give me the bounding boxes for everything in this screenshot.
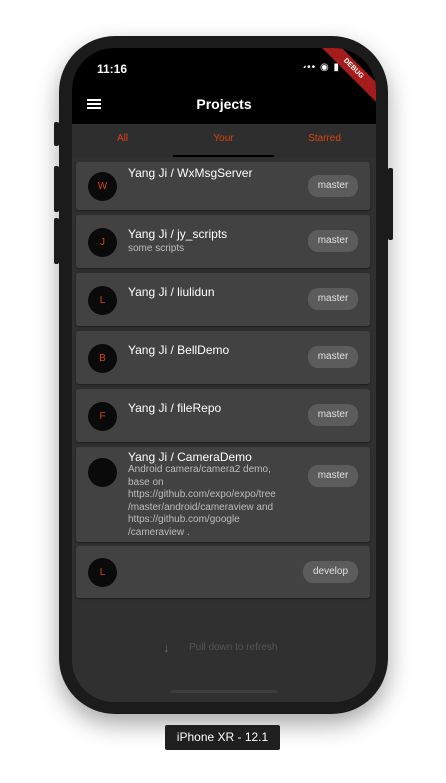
app-screen: 11:16 ••• ◉ ▮ DEBUG Projects All Your St… (72, 48, 376, 702)
tab-all[interactable]: All (72, 124, 173, 158)
avatar (88, 458, 117, 487)
device-label: iPhone XR - 12.1 (165, 725, 280, 750)
project-card[interactable]: L develop (76, 546, 370, 598)
project-title: Yang Ji / liulidun (128, 285, 215, 299)
home-indicator[interactable] (170, 690, 278, 693)
branch-badge[interactable]: master (308, 346, 358, 368)
app-bar: Projects (72, 88, 376, 124)
avatar: B (88, 344, 117, 373)
page-title: Projects (196, 96, 252, 112)
avatar: W (88, 172, 117, 201)
project-card[interactable]: F Yang Ji / fileRepo master (76, 389, 370, 442)
branch-badge[interactable]: master (308, 288, 358, 310)
project-description: some scripts (128, 243, 185, 254)
avatar: J (88, 228, 117, 257)
project-title: Yang Ji / fileRepo (128, 401, 222, 415)
description-line: /master/android/cameraview and (128, 501, 274, 513)
description-line: Android camera/camera2 demo, (128, 464, 271, 475)
avatar: L (88, 286, 117, 315)
project-card[interactable]: Yang Ji / CameraDemo Android camera/came… (76, 447, 370, 542)
status-icons: ••• ◉ ▮ (303, 62, 340, 73)
tab-starred[interactable]: Starred (274, 124, 375, 158)
power-button (388, 168, 393, 240)
branch-badge[interactable]: develop (303, 561, 358, 583)
wifi-icon: ◉ (319, 62, 330, 73)
description-line: https://github.com/google (128, 514, 240, 525)
tab-indicator (173, 155, 274, 157)
project-card[interactable]: J Yang Ji / jy_scripts some scripts mast… (76, 215, 370, 268)
branch-badge[interactable]: master (308, 230, 358, 252)
description-line: /cameraview . (128, 526, 190, 538)
project-title: Yang Ji / jy_scripts (128, 227, 228, 241)
branch-badge[interactable]: master (308, 465, 358, 487)
project-title: Yang Ji / WxMsgServer (128, 166, 253, 180)
project-card[interactable]: W Yang Ji / WxMsgServer master (76, 162, 370, 210)
tab-bar: All Your Starred (72, 124, 376, 158)
project-card[interactable]: L Yang Ji / liulidun master (76, 273, 370, 326)
project-title: Yang Ji / CameraDemo (128, 450, 252, 464)
volume-down-button (54, 218, 59, 264)
status-time: 11:16 (97, 62, 128, 76)
arrow-down-icon: ↓ (163, 640, 170, 655)
description-line: https://github.com/expo/expo/tree (128, 489, 276, 500)
pull-to-refresh-hint: Pull down to refresh (189, 642, 278, 653)
description-line: base on (128, 476, 164, 488)
tab-your[interactable]: Your (173, 124, 274, 158)
project-title: Yang Ji / BellDemo (128, 343, 230, 357)
branch-badge[interactable]: master (308, 404, 358, 426)
project-card[interactable]: B Yang Ji / BellDemo master (76, 331, 370, 384)
avatar: F (88, 402, 117, 431)
notch (140, 48, 308, 75)
volume-up-button (54, 166, 59, 212)
mute-switch (54, 122, 59, 146)
project-description: Android camera/camera2 demo, base on htt… (128, 464, 298, 539)
branch-badge[interactable]: master (308, 175, 358, 197)
avatar: L (88, 558, 117, 587)
